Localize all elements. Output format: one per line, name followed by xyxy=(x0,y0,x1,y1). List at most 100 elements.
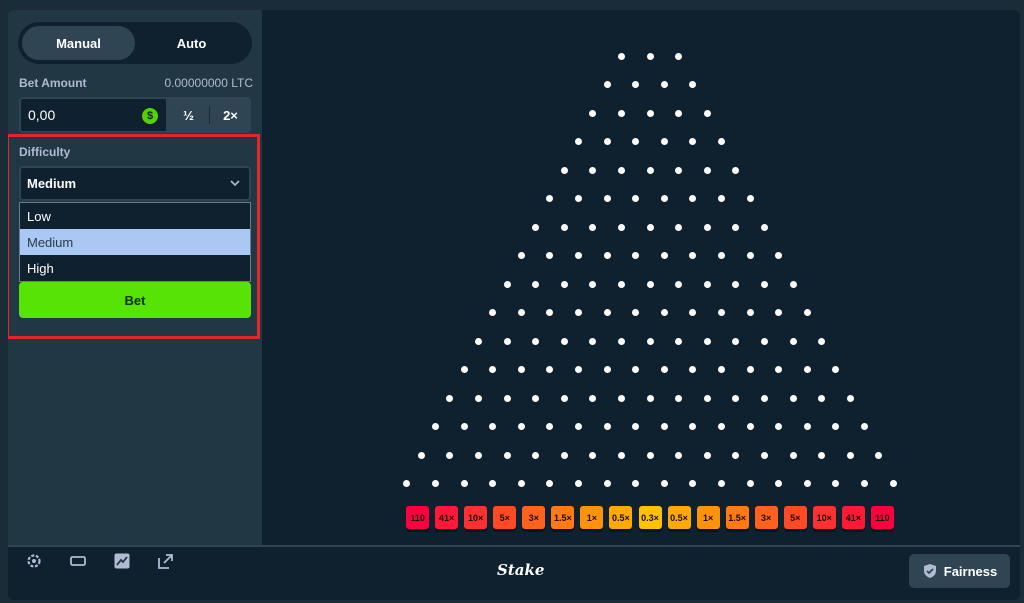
peg xyxy=(589,109,597,117)
peg xyxy=(517,423,525,430)
half-bet-button[interactable]: ½ xyxy=(168,97,209,133)
theater-mode-icon[interactable] xyxy=(69,552,87,570)
peg xyxy=(474,451,482,459)
peg xyxy=(732,451,740,459)
peg xyxy=(789,394,797,402)
peg xyxy=(474,337,482,345)
peg xyxy=(503,451,511,459)
peg xyxy=(775,480,783,487)
tab-auto[interactable]: Auto xyxy=(135,26,248,60)
peg xyxy=(832,423,840,430)
peg xyxy=(589,337,597,345)
stats-chart-icon[interactable] xyxy=(113,552,131,570)
peg xyxy=(632,252,640,259)
peg xyxy=(818,451,826,459)
peg xyxy=(718,423,725,430)
peg xyxy=(617,451,625,459)
peg xyxy=(646,109,654,117)
multiplier-slot: 41× xyxy=(841,506,865,529)
peg xyxy=(746,366,754,373)
peg xyxy=(417,451,425,459)
multiplier-slot: 1.5× xyxy=(725,506,749,529)
peg xyxy=(746,423,754,430)
peg xyxy=(675,337,683,345)
peg xyxy=(718,138,725,145)
peg xyxy=(575,138,582,145)
peg xyxy=(660,366,668,373)
multiplier-slot: 0.5× xyxy=(609,506,633,529)
peg xyxy=(646,394,654,402)
tab-manual[interactable]: Manual xyxy=(22,26,135,60)
peg xyxy=(603,309,611,316)
peg xyxy=(689,138,697,145)
peg xyxy=(489,366,497,373)
peg xyxy=(617,109,625,117)
multiplier-slot: 10× xyxy=(812,506,836,529)
peg xyxy=(760,394,768,402)
bet-amount-input[interactable]: 0,00 $ xyxy=(19,97,168,133)
peg xyxy=(660,81,668,88)
difficulty-label: Difficulty xyxy=(19,145,71,159)
difficulty-option-high[interactable]: High xyxy=(20,255,250,281)
peg xyxy=(675,451,683,459)
peg xyxy=(560,337,568,345)
peg xyxy=(503,394,511,402)
peg xyxy=(632,81,640,88)
peg xyxy=(617,337,625,345)
peg xyxy=(675,109,683,117)
peg xyxy=(432,423,439,430)
peg xyxy=(732,394,740,402)
peg xyxy=(546,195,554,202)
peg xyxy=(718,366,725,373)
peg xyxy=(546,423,554,430)
peg xyxy=(775,252,783,259)
difficulty-selected-value: Medium xyxy=(27,176,77,191)
peg xyxy=(746,252,754,259)
peg xyxy=(632,195,640,202)
peg xyxy=(603,423,611,430)
mode-toggle: Manual Auto xyxy=(18,22,252,64)
multiplier-slot: 1.5× xyxy=(551,506,575,529)
peg xyxy=(703,451,711,459)
peg xyxy=(474,394,482,402)
peg xyxy=(718,195,725,202)
peg xyxy=(875,451,883,459)
multiplier-slot: 5× xyxy=(493,506,517,529)
peg xyxy=(589,394,597,402)
currency-coin-icon: $ xyxy=(142,108,158,124)
gear-icon[interactable] xyxy=(25,552,43,570)
peg xyxy=(760,337,768,345)
stake-logo: Stake xyxy=(497,561,545,579)
peg xyxy=(660,138,668,145)
peg xyxy=(675,52,683,60)
peg xyxy=(532,223,540,231)
peg xyxy=(675,394,683,402)
peg xyxy=(818,394,826,402)
difficulty-option-low[interactable]: Low xyxy=(20,203,250,229)
peg xyxy=(560,451,568,459)
bet-amount-value: 0,00 xyxy=(28,107,56,123)
peg xyxy=(546,309,554,316)
peg xyxy=(775,423,783,430)
peg xyxy=(403,480,411,487)
peg xyxy=(503,337,511,345)
double-bet-button[interactable]: 2× xyxy=(210,97,251,133)
peg xyxy=(775,309,783,316)
peg xyxy=(460,366,468,373)
peg xyxy=(603,480,611,487)
peg xyxy=(718,480,725,487)
peg xyxy=(546,366,554,373)
peg xyxy=(675,223,683,231)
difficulty-option-medium[interactable]: Medium xyxy=(20,229,250,255)
peg xyxy=(732,280,740,288)
multiplier-slot: 41× xyxy=(435,506,459,529)
popout-icon[interactable] xyxy=(157,552,175,570)
bet-button[interactable]: Bet xyxy=(19,282,251,318)
multiplier-slot: 110 xyxy=(406,506,430,529)
peg xyxy=(703,394,711,402)
fairness-button[interactable]: Fairness xyxy=(909,554,1010,588)
peg xyxy=(646,166,654,174)
peg xyxy=(589,280,597,288)
difficulty-select[interactable]: Medium xyxy=(19,166,251,201)
peg xyxy=(718,309,725,316)
